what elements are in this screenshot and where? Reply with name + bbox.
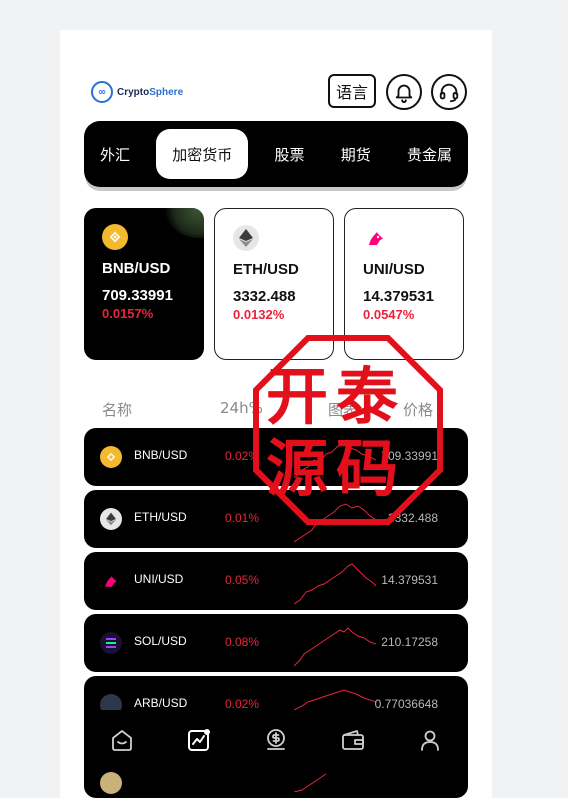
card-change: 0.0132% xyxy=(233,307,285,322)
market-chart-icon xyxy=(188,729,211,751)
card-price: 709.33991 xyxy=(102,287,173,304)
column-price: 价格 xyxy=(403,401,434,419)
bnb-icon xyxy=(102,224,128,250)
sparkline xyxy=(294,443,376,479)
card-price: 14.379531 xyxy=(363,288,434,305)
nav-wallet[interactable] xyxy=(333,720,373,760)
card-pair: ETH/USD xyxy=(233,261,299,278)
nav-profile[interactable] xyxy=(410,720,450,760)
eth-icon xyxy=(233,225,259,251)
app-logo: ∞ CryptoSphere xyxy=(91,81,183,103)
market-row-sol[interactable]: SOL/USD 0.08% 210.17258 xyxy=(84,614,468,672)
support-button[interactable] xyxy=(431,74,467,110)
language-button[interactable]: 语言 xyxy=(328,74,376,108)
card-pair: BNB/USD xyxy=(102,260,171,277)
market-row-eth[interactable]: ETH/USD 0.01% 3332.488 xyxy=(84,490,468,548)
nav-home[interactable] xyxy=(102,720,142,760)
dollar-coin-icon xyxy=(267,729,285,750)
home-icon xyxy=(112,730,133,751)
row-price: 3332.488 xyxy=(387,511,438,525)
market-tabs: 外汇 加密货币 股票 期货 贵金属 xyxy=(84,121,468,187)
tab-forex[interactable]: 外汇 xyxy=(90,129,140,179)
tab-stocks[interactable]: 股票 xyxy=(264,129,314,179)
headset-icon xyxy=(439,83,459,103)
bell-icon xyxy=(395,84,413,103)
card-change: 0.0547% xyxy=(363,307,415,322)
app-page: ∞ CryptoSphere 语言 外汇 加密货币 股票 期货 贵金属 BNB/… xyxy=(60,30,492,798)
row-change: 0.05% xyxy=(225,573,260,587)
ticker-card-bnb[interactable]: BNB/USD 709.33991 0.0157% xyxy=(84,208,204,360)
row-change: 0.02% xyxy=(225,697,260,711)
column-change: 24h% xyxy=(220,399,263,417)
row-price: 0.77036648 xyxy=(374,697,438,711)
user-icon xyxy=(420,730,439,751)
bnb-icon xyxy=(100,446,122,468)
ticker-card-uni[interactable]: UNI/USD 14.379531 0.0547% xyxy=(344,208,464,360)
sol-icon xyxy=(100,632,122,654)
market-row-bnb[interactable]: BNB/USD 0.02% 709.33991 xyxy=(84,428,468,486)
card-pair: UNI/USD xyxy=(363,261,425,278)
row-pair: UNI/USD xyxy=(134,572,184,586)
sparkline xyxy=(294,563,376,605)
row-price: 709.33991 xyxy=(381,449,438,463)
bottom-nav xyxy=(84,710,468,770)
tab-crypto[interactable]: 加密货币 xyxy=(156,129,249,179)
wallet-icon xyxy=(341,730,364,750)
uni-icon xyxy=(363,225,389,251)
logo-text: CryptoSphere xyxy=(117,86,184,98)
sparkline xyxy=(294,503,376,543)
row-pair: ARB/USD xyxy=(134,696,188,710)
notification-button[interactable] xyxy=(386,74,422,110)
row-price: 210.17258 xyxy=(381,635,438,649)
eth-icon xyxy=(100,508,122,530)
sparkline xyxy=(294,627,376,667)
stamp-line-1: 开泰 xyxy=(266,360,407,433)
card-price: 3332.488 xyxy=(233,288,296,305)
nav-trade[interactable] xyxy=(256,720,296,760)
tab-precious-metals[interactable]: 贵金属 xyxy=(397,129,462,179)
coin-icon xyxy=(100,772,122,794)
logo-mark-icon: ∞ xyxy=(91,81,113,103)
nav-market[interactable] xyxy=(179,720,219,760)
tab-futures[interactable]: 期货 xyxy=(331,129,381,179)
column-chart: 图表 xyxy=(328,401,359,419)
uni-icon xyxy=(100,570,122,592)
row-change: 0.01% xyxy=(225,511,260,525)
card-change: 0.0157% xyxy=(102,306,154,321)
row-change: 0.08% xyxy=(225,635,260,649)
market-row-uni[interactable]: UNI/USD 0.05% 14.379531 xyxy=(84,552,468,610)
column-name: 名称 xyxy=(102,401,133,419)
list-header: 名称 24h% 图表 价格 xyxy=(60,399,492,421)
row-price: 14.379531 xyxy=(381,573,438,587)
ticker-card-eth[interactable]: ETH/USD 3332.488 0.0132% xyxy=(214,208,334,360)
row-change: 0.02% xyxy=(225,449,260,463)
row-pair: BNB/USD xyxy=(134,448,188,462)
row-pair: SOL/USD xyxy=(134,634,187,648)
row-pair: ETH/USD xyxy=(134,510,187,524)
